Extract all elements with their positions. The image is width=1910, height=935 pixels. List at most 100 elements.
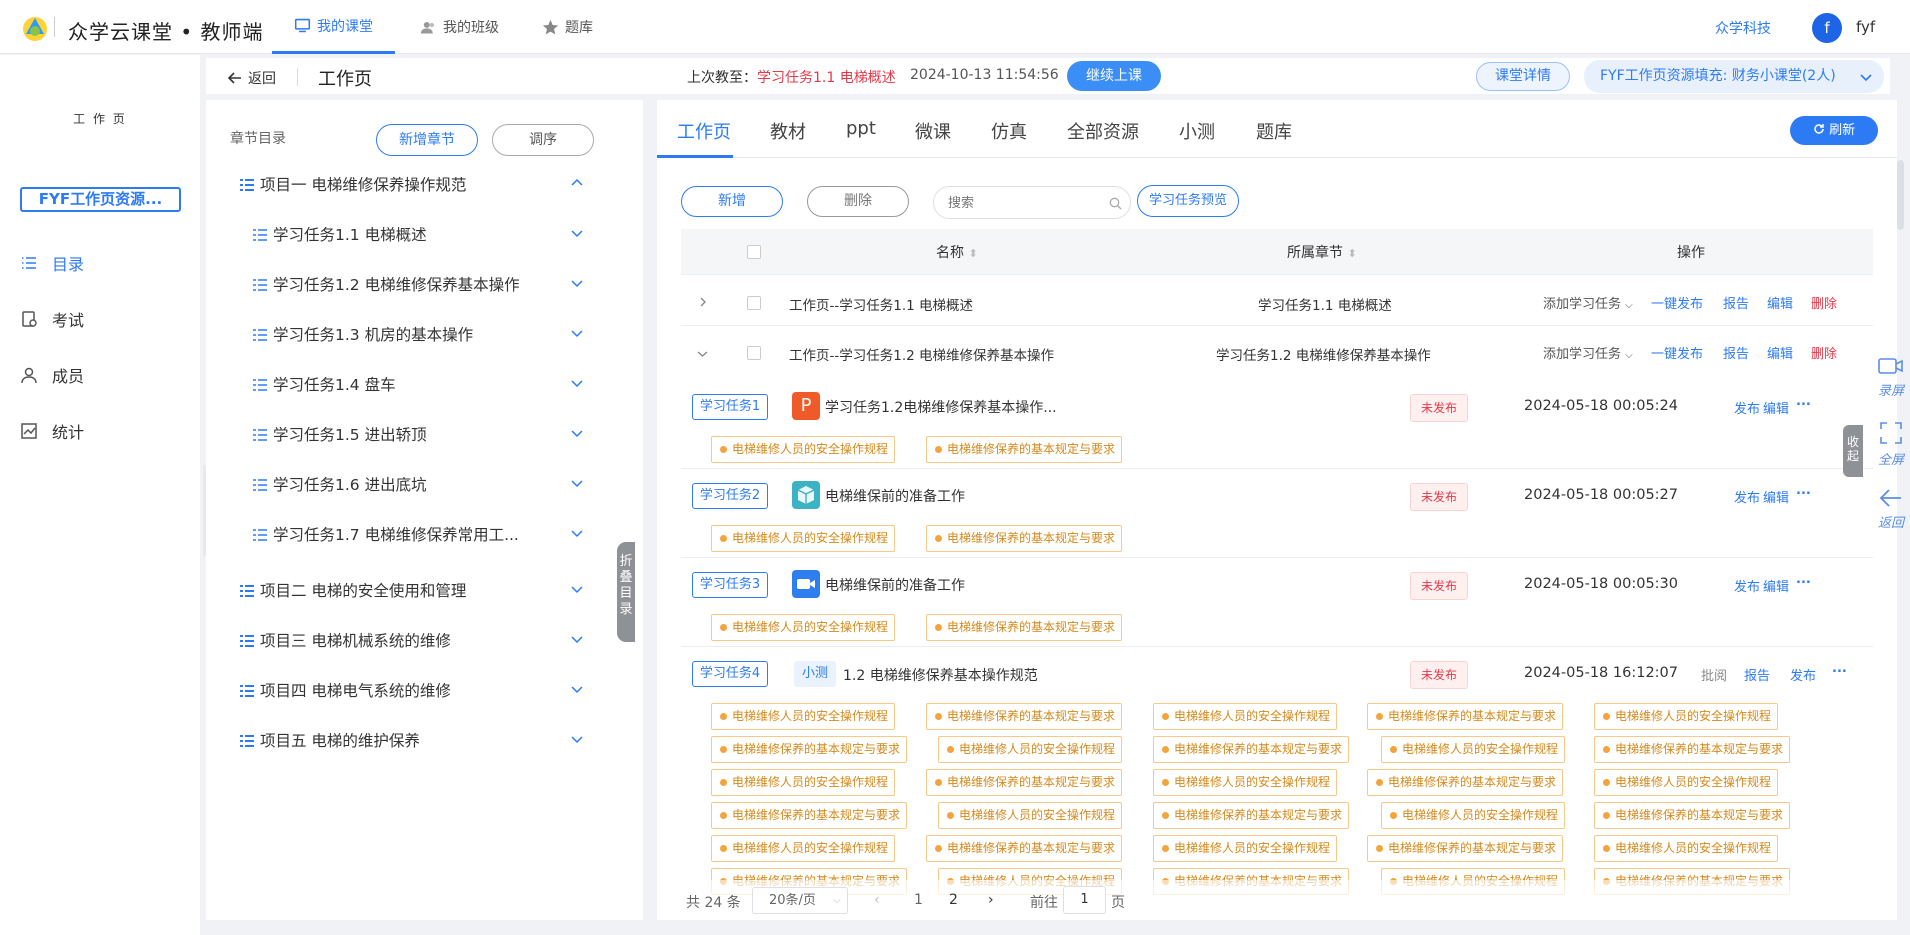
toc-project-item[interactable]: 项目二 电梯的安全使用和管理 bbox=[240, 579, 466, 601]
toc-task-item[interactable]: 学习任务1.1 电梯概述 bbox=[253, 223, 427, 245]
reorder-button[interactable]: 调序 bbox=[492, 124, 594, 156]
next-page-icon[interactable]: › bbox=[988, 892, 994, 908]
edit-link[interactable]: 编辑 bbox=[1763, 487, 1789, 506]
chevron-up-icon[interactable] bbox=[570, 176, 584, 190]
chevron-down-icon[interactable] bbox=[570, 682, 584, 696]
publish-all-link[interactable]: 一键发布 bbox=[1651, 343, 1703, 362]
knowledge-tag[interactable]: 电梯维修人员的安全操作规程 bbox=[711, 703, 896, 730]
more-icon[interactable]: ... bbox=[1796, 572, 1811, 587]
sidebar-item-exam[interactable]: 考试 bbox=[20, 307, 84, 331]
knowledge-tag[interactable]: 电梯维修保养的基本规定与要求 bbox=[926, 769, 1123, 796]
knowledge-tag[interactable]: 电梯维修人员的安全操作规程 bbox=[711, 614, 896, 641]
toc-project-item[interactable]: 项目五 电梯的维护保养 bbox=[240, 729, 420, 751]
chevron-down-icon[interactable] bbox=[570, 326, 584, 340]
sidebar-item-members[interactable]: 成员 bbox=[20, 363, 84, 387]
toc-project-item[interactable]: 项目三 电梯机械系统的维修 bbox=[240, 629, 451, 651]
tab-2[interactable]: ppt bbox=[846, 118, 876, 139]
report-link[interactable]: 报告 bbox=[1723, 293, 1749, 312]
knowledge-tag[interactable]: 电梯维修保养的基本规定与要求 bbox=[1594, 736, 1791, 763]
task-preview-button[interactable]: 学习任务预览 bbox=[1137, 185, 1239, 217]
delete-link[interactable]: 删除 bbox=[1811, 343, 1837, 362]
knowledge-tag[interactable]: 电梯维修保养的基本规定与要求 bbox=[1367, 769, 1564, 796]
continue-class-button[interactable]: 继续上课 bbox=[1067, 61, 1161, 91]
chevron-down-icon[interactable] bbox=[570, 226, 584, 240]
tab-4[interactable]: 仿真 bbox=[991, 118, 1027, 144]
avatar[interactable]: f bbox=[1812, 13, 1842, 43]
refresh-button[interactable]: 刷新 bbox=[1790, 116, 1878, 145]
edit-link[interactable]: 编辑 bbox=[1763, 576, 1789, 595]
publish-link[interactable]: 发布 bbox=[1790, 665, 1816, 684]
knowledge-tag[interactable]: 电梯维修保养的基本规定与要求 bbox=[1367, 835, 1564, 862]
collapse-toc-button[interactable]: 折叠目录 bbox=[617, 542, 635, 642]
knowledge-tag[interactable]: 电梯维修人员的安全操作规程 bbox=[1594, 769, 1779, 796]
knowledge-tag[interactable]: 电梯维修人员的安全操作规程 bbox=[938, 736, 1123, 763]
sidebar-item-catalog[interactable]: 目录 bbox=[20, 251, 84, 275]
tab-5[interactable]: 全部资源 bbox=[1067, 118, 1139, 144]
last-taught-task[interactable]: 学习任务1.1 电梯概述 bbox=[757, 70, 896, 86]
class-detail-button[interactable]: 课堂详情 bbox=[1476, 62, 1570, 91]
publish-link[interactable]: 发布 bbox=[1734, 398, 1760, 417]
row-checkbox[interactable] bbox=[747, 346, 761, 360]
edit-link[interactable]: 编辑 bbox=[1767, 343, 1793, 362]
more-icon[interactable]: ... bbox=[1832, 661, 1847, 676]
knowledge-tag[interactable]: 电梯维修人员的安全操作规程 bbox=[711, 769, 896, 796]
knowledge-tag[interactable]: 电梯维修保养的基本规定与要求 bbox=[926, 703, 1123, 730]
chevron-down-icon[interactable] bbox=[570, 426, 584, 440]
report-link[interactable]: 报告 bbox=[1744, 665, 1770, 684]
knowledge-tag[interactable]: 电梯维修保养的基本规定与要求 bbox=[926, 835, 1123, 862]
tab-6[interactable]: 小测 bbox=[1179, 118, 1215, 144]
collapse-tools-button[interactable]: 收起 bbox=[1843, 425, 1863, 477]
task-title[interactable]: 电梯维保前的准备工作 bbox=[825, 575, 965, 595]
toc-task-item[interactable]: 学习任务1.3 机房的基本操作 bbox=[253, 323, 473, 345]
toc-project-item[interactable]: 项目四 电梯电气系统的维修 bbox=[240, 679, 451, 701]
knowledge-tag[interactable]: 电梯维修人员的安全操作规程 bbox=[711, 436, 896, 463]
nav-my-classroom[interactable]: 我的课堂 bbox=[272, 0, 395, 54]
knowledge-tag[interactable]: 电梯维修保养的基本规定与要求 bbox=[926, 525, 1123, 552]
tab-3[interactable]: 微课 bbox=[915, 118, 951, 144]
publish-all-link[interactable]: 一键发布 bbox=[1651, 293, 1703, 312]
search-input[interactable] bbox=[948, 193, 1098, 213]
delete-link[interactable]: 删除 bbox=[1811, 293, 1837, 312]
column-header-name[interactable]: 名称 ⬍ bbox=[936, 242, 978, 262]
sidebar-item-stats[interactable]: 统计 bbox=[20, 419, 84, 443]
fullscreen-button[interactable]: 全屏 bbox=[1876, 421, 1906, 468]
edit-link[interactable]: 编辑 bbox=[1763, 398, 1789, 417]
select-all-checkbox[interactable] bbox=[747, 245, 761, 259]
course-select[interactable]: FYF工作页资源填充: 财务小课堂(2人) bbox=[1584, 60, 1884, 93]
tab-1[interactable]: 教材 bbox=[770, 118, 806, 144]
knowledge-tag[interactable]: 电梯维修保养的基本规定与要求 bbox=[926, 436, 1123, 463]
chevron-right-icon[interactable] bbox=[698, 297, 708, 307]
knowledge-tag[interactable]: 电梯维修保养的基本规定与要求 bbox=[711, 736, 908, 763]
nav-my-class[interactable]: 我的班级 bbox=[398, 0, 521, 54]
row-checkbox[interactable] bbox=[747, 296, 761, 310]
knowledge-tag[interactable]: 电梯维修保养的基本规定与要求 bbox=[926, 614, 1123, 641]
edit-link[interactable]: 编辑 bbox=[1767, 293, 1793, 312]
page-2[interactable]: 2 bbox=[949, 892, 958, 908]
tab-7[interactable]: 题库 bbox=[1256, 118, 1292, 144]
review-link[interactable]: 批阅 bbox=[1701, 665, 1727, 684]
chevron-down-icon[interactable] bbox=[697, 349, 708, 359]
toc-task-item[interactable]: 学习任务1.2 电梯维修保养基本操作 bbox=[253, 273, 520, 295]
add-task-dropdown[interactable]: 添加学习任务 ⌵ bbox=[1543, 343, 1633, 362]
add-chapter-button[interactable]: 新增章节 bbox=[376, 124, 478, 156]
chevron-down-icon[interactable] bbox=[570, 476, 584, 490]
scrollbar[interactable] bbox=[1897, 160, 1904, 230]
report-link[interactable]: 报告 bbox=[1723, 343, 1749, 362]
toc-task-item[interactable]: 学习任务1.7 电梯维修保养常用工... bbox=[253, 523, 519, 545]
knowledge-tag[interactable]: 电梯维修人员的安全操作规程 bbox=[1381, 802, 1566, 829]
knowledge-tag[interactable]: 电梯维修人员的安全操作规程 bbox=[1594, 835, 1779, 862]
toc-project-item[interactable]: 项目一 电梯维修保养操作规范 bbox=[240, 173, 466, 195]
column-header-chapter[interactable]: 所属章节 ⬍ bbox=[1287, 242, 1357, 262]
knowledge-tag[interactable]: 电梯维修人员的安全操作规程 bbox=[938, 802, 1123, 829]
search-box[interactable] bbox=[933, 186, 1131, 219]
goto-page-input[interactable]: 1 bbox=[1063, 886, 1106, 914]
knowledge-tag[interactable]: 电梯维修人员的安全操作规程 bbox=[711, 835, 896, 862]
knowledge-tag[interactable]: 电梯维修保养的基本规定与要求 bbox=[1153, 802, 1350, 829]
knowledge-tag[interactable]: 电梯维修人员的安全操作规程 bbox=[1594, 703, 1779, 730]
knowledge-tag[interactable]: 电梯维修人员的安全操作规程 bbox=[711, 525, 896, 552]
course-name-box[interactable]: FYF工作页资源... bbox=[20, 187, 181, 212]
chevron-down-icon[interactable] bbox=[570, 732, 584, 746]
back-button[interactable]: 返回 bbox=[228, 68, 276, 88]
add-task-dropdown[interactable]: 添加学习任务 ⌵ bbox=[1543, 293, 1633, 312]
prev-page-icon[interactable]: ‹ bbox=[874, 892, 880, 908]
